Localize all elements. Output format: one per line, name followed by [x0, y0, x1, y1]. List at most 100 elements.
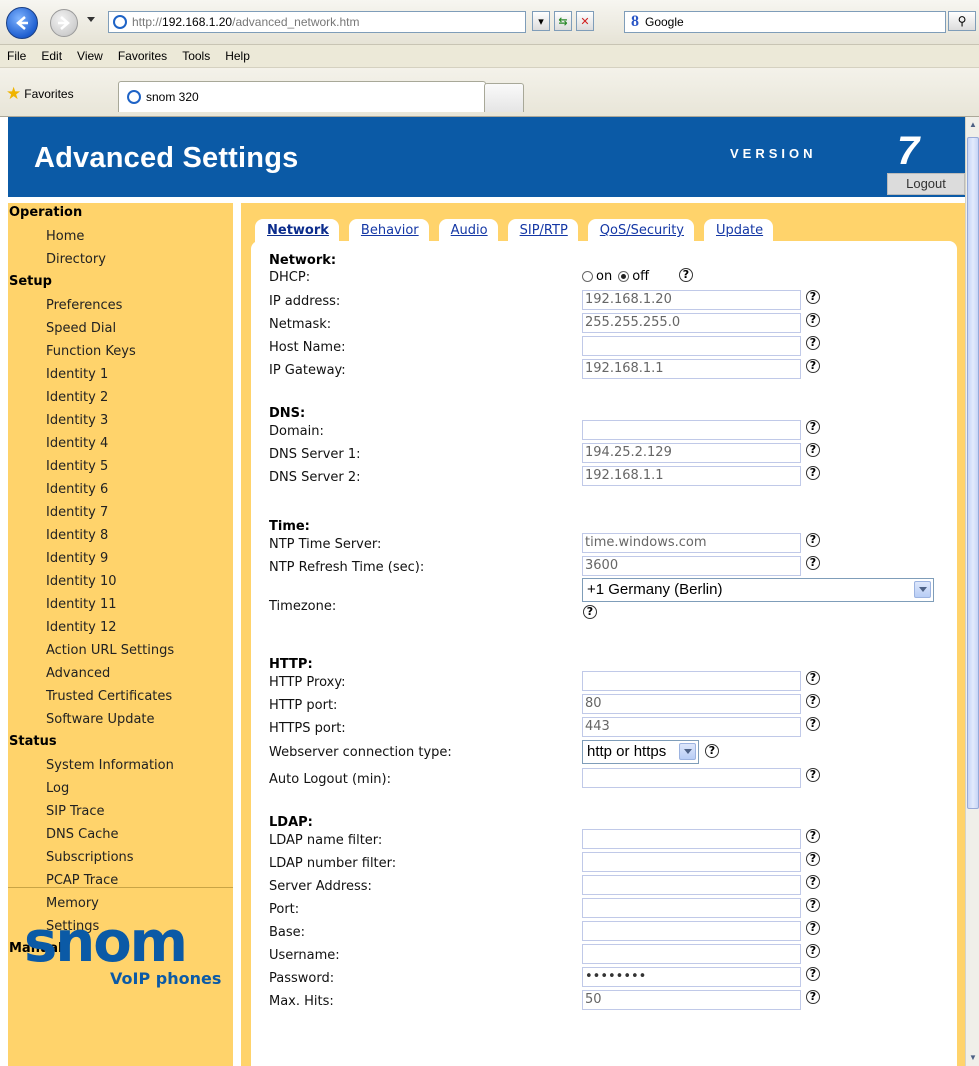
dns-server-1-input[interactable]: 194.25.2.129 — [582, 443, 801, 463]
help-icon[interactable]: ? — [806, 898, 820, 912]
sidebar-item-identity-12[interactable]: Identity 12 — [8, 617, 233, 640]
password-input[interactable]: •••••••• — [582, 967, 801, 987]
sidebar-item-subscriptions[interactable]: Subscriptions — [8, 847, 233, 870]
sidebar-item-identity-6[interactable]: Identity 6 — [8, 479, 233, 502]
help-icon[interactable]: ? — [806, 671, 820, 685]
sidebar-section-operation[interactable]: Operation — [8, 203, 233, 226]
ip-gateway-input[interactable]: 192.168.1.1 — [582, 359, 801, 379]
url-dropdown-button[interactable]: ▾ — [532, 11, 550, 31]
help-icon[interactable]: ? — [806, 290, 820, 304]
ldap-name-filter-input[interactable] — [582, 829, 801, 849]
auto-logout-input[interactable] — [582, 768, 801, 788]
help-icon[interactable]: ? — [806, 556, 820, 570]
tab-behavior[interactable]: Behavior — [348, 219, 429, 243]
connection-type-select[interactable]: http or https — [582, 740, 699, 764]
logout-button[interactable]: Logout — [887, 173, 965, 195]
sidebar-item-trusted-certificates[interactable]: Trusted Certificates — [8, 686, 233, 709]
help-icon[interactable]: ? — [806, 944, 820, 958]
sidebar-item-dns-cache[interactable]: DNS Cache — [8, 824, 233, 847]
help-icon[interactable]: ? — [806, 921, 820, 935]
search-button[interactable]: ⚲ — [948, 11, 976, 31]
menu-view[interactable]: View — [70, 49, 111, 63]
sidebar-item-identity-8[interactable]: Identity 8 — [8, 525, 233, 548]
help-icon[interactable]: ? — [806, 875, 820, 889]
ldap-number-filter-input[interactable] — [582, 852, 801, 872]
domain-input[interactable] — [582, 420, 801, 440]
help-icon[interactable]: ? — [806, 829, 820, 843]
sidebar-item-speed-dial[interactable]: Speed Dial — [8, 318, 233, 341]
menu-file[interactable]: File — [0, 49, 34, 63]
sidebar-item-preferences[interactable]: Preferences — [8, 295, 233, 318]
http-proxy-input[interactable] — [582, 671, 801, 691]
ldap-port-input[interactable] — [582, 898, 801, 918]
base-input[interactable] — [582, 921, 801, 941]
help-icon[interactable]: ? — [806, 852, 820, 866]
ntp-server-input[interactable]: time.windows.com — [582, 533, 801, 553]
sidebar-item-identity-1[interactable]: Identity 1 — [8, 364, 233, 387]
history-dropdown-icon[interactable] — [87, 17, 95, 22]
favorites-button[interactable]: ★ Favorites — [6, 84, 74, 104]
username-input[interactable] — [582, 944, 801, 964]
help-icon[interactable]: ? — [806, 967, 820, 981]
help-icon[interactable]: ? — [705, 744, 719, 758]
http-port-input[interactable]: 80 — [582, 694, 801, 714]
sidebar-item-identity-10[interactable]: Identity 10 — [8, 571, 233, 594]
url-field[interactable]: http://192.168.1.20/advanced_network.htm — [108, 11, 526, 33]
help-icon[interactable]: ? — [806, 990, 820, 1004]
help-icon[interactable]: ? — [806, 533, 820, 547]
sidebar-item-identity-2[interactable]: Identity 2 — [8, 387, 233, 410]
sidebar-item-system-information[interactable]: System Information — [8, 755, 233, 778]
max-hits-input[interactable]: 50 — [582, 990, 801, 1010]
help-icon[interactable]: ? — [806, 443, 820, 457]
host-name-input[interactable] — [582, 336, 801, 356]
vertical-scrollbar[interactable]: ▲ ▼ — [965, 117, 979, 1066]
menu-tools[interactable]: Tools — [175, 49, 218, 63]
dns-server-2-input[interactable]: 192.168.1.1 — [582, 466, 801, 486]
sidebar-item-identity-3[interactable]: Identity 3 — [8, 410, 233, 433]
back-button[interactable] — [6, 7, 38, 39]
help-icon[interactable]: ? — [806, 717, 820, 731]
scroll-down-icon[interactable]: ▼ — [967, 1052, 979, 1064]
help-icon[interactable]: ? — [806, 313, 820, 327]
help-icon[interactable]: ? — [806, 420, 820, 434]
sidebar-item-function-keys[interactable]: Function Keys — [8, 341, 233, 364]
menu-help[interactable]: Help — [218, 49, 258, 63]
tab-network[interactable]: Network — [255, 219, 339, 243]
help-icon[interactable]: ? — [583, 605, 597, 619]
ntp-refresh-input[interactable]: 3600 — [582, 556, 801, 576]
sidebar-item-identity-11[interactable]: Identity 11 — [8, 594, 233, 617]
netmask-input[interactable]: 255.255.255.0 — [582, 313, 801, 333]
sidebar-item-action-url-settings[interactable]: Action URL Settings — [8, 640, 233, 663]
forward-button[interactable] — [50, 9, 78, 37]
sidebar-item-log[interactable]: Log — [8, 778, 233, 801]
sidebar-item-advanced[interactable]: Advanced — [8, 663, 233, 686]
timezone-select[interactable]: +1 Germany (Berlin) — [582, 578, 934, 602]
ip-address-input[interactable]: 192.168.1.20 — [582, 290, 801, 310]
menu-favorites[interactable]: Favorites — [111, 49, 175, 63]
stop-button[interactable]: ✕ — [576, 11, 594, 31]
scroll-up-icon[interactable]: ▲ — [967, 119, 979, 131]
https-port-input[interactable]: 443 — [582, 717, 801, 737]
tab-update[interactable]: Update — [704, 219, 774, 243]
help-icon[interactable]: ? — [806, 694, 820, 708]
sidebar-section-setup[interactable]: Setup — [8, 272, 233, 295]
menu-edit[interactable]: Edit — [34, 49, 70, 63]
help-icon[interactable]: ? — [806, 466, 820, 480]
help-icon[interactable]: ? — [806, 336, 820, 350]
dhcp-off-radio[interactable] — [618, 271, 630, 282]
sidebar-item-directory[interactable]: Directory — [8, 249, 233, 272]
sidebar-item-home[interactable]: Home — [8, 226, 233, 249]
help-icon[interactable]: ? — [806, 768, 820, 782]
browser-tab-active[interactable]: snom 320 — [118, 81, 486, 112]
refresh-button[interactable]: ⇆ — [554, 11, 572, 31]
scroll-thumb[interactable] — [967, 137, 979, 809]
sidebar-item-identity-5[interactable]: Identity 5 — [8, 456, 233, 479]
sidebar-item-sip-trace[interactable]: SIP Trace — [8, 801, 233, 824]
help-icon[interactable]: ? — [806, 359, 820, 373]
new-tab-button[interactable] — [484, 83, 524, 112]
sidebar-item-identity-4[interactable]: Identity 4 — [8, 433, 233, 456]
sidebar-item-identity-9[interactable]: Identity 9 — [8, 548, 233, 571]
sidebar-item-software-update[interactable]: Software Update — [8, 709, 233, 732]
dhcp-on-radio[interactable] — [582, 271, 593, 282]
server-address-input[interactable] — [582, 875, 801, 895]
